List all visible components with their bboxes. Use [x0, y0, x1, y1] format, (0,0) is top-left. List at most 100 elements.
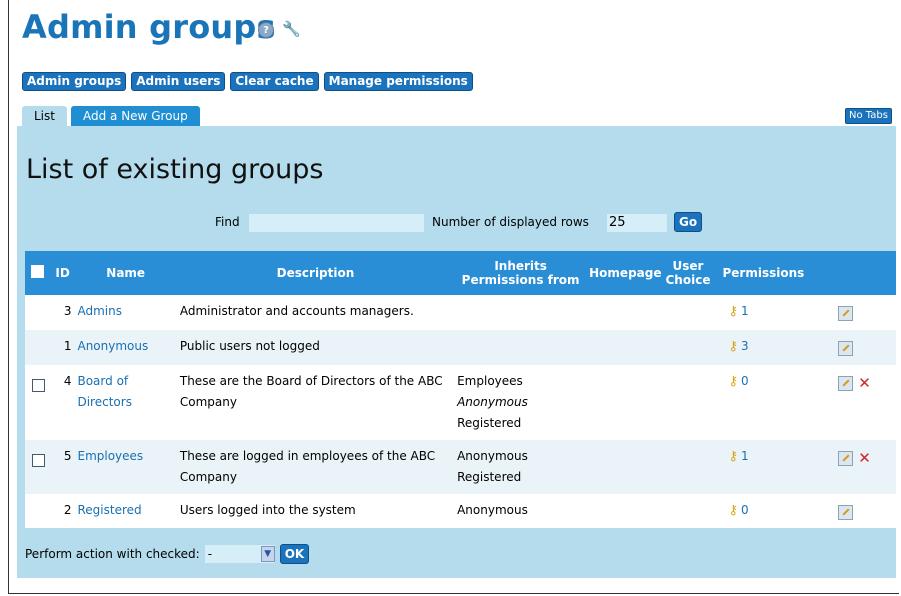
row-name: Admins	[74, 295, 177, 330]
edit-icon[interactable]	[838, 376, 854, 391]
col-inherits[interactable]: Inherits Permissions from	[454, 251, 588, 295]
rows-label: Number of displayed rows	[432, 215, 589, 229]
bulk-action-label: Perform action with checked:	[25, 547, 200, 561]
delete-icon[interactable]: ✕	[858, 374, 871, 392]
col-id[interactable]: ID	[50, 251, 75, 295]
group-name-link[interactable]: Employees	[77, 449, 143, 463]
group-name-link[interactable]: Anonymous	[77, 339, 148, 353]
bulk-action-value: -	[207, 547, 213, 561]
row-homepage	[587, 330, 664, 365]
row-homepage	[587, 295, 664, 330]
row-permissions: ⚷ 1	[712, 440, 807, 494]
row-user-choice	[663, 295, 713, 330]
permission-count[interactable]: 3	[741, 339, 749, 353]
no-tabs-button[interactable]: No Tabs	[845, 108, 892, 124]
table-row: 5 Employees These are logged in employee…	[25, 440, 896, 494]
admin-groups-button[interactable]: Admin groups	[22, 72, 127, 91]
permission-count[interactable]: 1	[741, 449, 749, 463]
col-permissions: Permissions	[712, 251, 807, 295]
delete-icon[interactable]: ✕	[858, 449, 871, 467]
edit-icon[interactable]	[838, 341, 854, 356]
row-permissions: ⚷ 0	[712, 494, 807, 528]
row-id: 2	[50, 494, 75, 528]
row-actions	[806, 295, 896, 330]
key-icon[interactable]: ⚷	[728, 339, 738, 354]
select-all-checkbox[interactable]	[31, 265, 45, 278]
edit-icon[interactable]	[838, 451, 854, 466]
col-name[interactable]: Name	[74, 251, 177, 295]
edit-icon[interactable]	[838, 306, 854, 321]
col-description[interactable]: Description	[176, 251, 455, 295]
row-permissions: ⚷ 0	[712, 365, 807, 440]
edit-icon[interactable]	[838, 505, 854, 520]
row-checkbox[interactable]	[32, 379, 45, 392]
ok-button[interactable]: OK	[279, 544, 310, 564]
row-checkbox[interactable]	[32, 454, 45, 467]
rows-input[interactable]: 25	[607, 214, 667, 232]
row-select-cell	[25, 330, 51, 365]
row-homepage	[587, 494, 664, 528]
go-button[interactable]: Go	[674, 212, 703, 232]
row-name: Employees	[74, 440, 177, 494]
inherited-group: Employees	[457, 374, 523, 388]
permission-count[interactable]: 0	[741, 374, 749, 388]
group-name-link[interactable]: Board of Directors	[77, 374, 131, 409]
bulk-action-bar: Perform action with checked: - ▼ OK	[25, 544, 310, 564]
tab-add-new-group[interactable]: Add a New Group	[70, 106, 200, 126]
row-id: 3	[50, 295, 75, 330]
groups-table: ID Name Description Inherits Permissions…	[25, 251, 896, 528]
wrench-icon[interactable]: 🔧	[282, 22, 301, 38]
bulk-action-select[interactable]: - ▼	[204, 545, 275, 563]
tab-list[interactable]: List	[22, 106, 67, 126]
row-select-cell	[25, 494, 51, 528]
row-description: Administrator and accounts managers.	[176, 295, 455, 330]
help-icon[interactable]: ?	[258, 22, 274, 38]
key-icon[interactable]: ⚷	[728, 374, 738, 389]
find-input[interactable]	[249, 214, 424, 232]
list-panel: List of existing groups Find Number of d…	[17, 126, 896, 578]
panel-title: List of existing groups	[26, 154, 324, 185]
group-name-link[interactable]: Admins	[77, 304, 122, 318]
table-row: 4 Board of Directors These are the Board…	[25, 365, 896, 440]
row-description: These are logged in employees of the ABC…	[176, 440, 455, 494]
row-inherits: Anonymous	[454, 494, 588, 528]
row-inherits	[454, 330, 588, 365]
row-permissions: ⚷ 3	[712, 330, 807, 365]
row-actions	[806, 330, 896, 365]
key-icon[interactable]: ⚷	[728, 503, 738, 518]
row-homepage	[587, 365, 664, 440]
row-actions	[806, 494, 896, 528]
permission-count[interactable]: 0	[741, 503, 749, 517]
table-header-row: ID Name Description Inherits Permissions…	[25, 251, 896, 295]
admin-users-button[interactable]: Admin users	[131, 72, 226, 91]
row-description: Public users not logged	[176, 330, 455, 365]
chevron-down-icon[interactable]: ▼	[260, 546, 275, 562]
row-select-cell	[25, 295, 51, 330]
row-permissions: ⚷ 1	[712, 295, 807, 330]
select-all-cell	[25, 251, 51, 295]
admin-navbar: Admin groups Admin users Clear cache Man…	[22, 72, 473, 91]
tab-bar: List Add a New Group	[22, 106, 200, 126]
col-user-choice[interactable]: User Choice	[663, 251, 713, 295]
key-icon[interactable]: ⚷	[728, 449, 738, 464]
row-homepage	[587, 440, 664, 494]
permission-count[interactable]: 1	[741, 304, 749, 318]
clear-cache-button[interactable]: Clear cache	[230, 72, 319, 91]
inherited-group: Registered	[457, 470, 522, 484]
row-select-cell	[25, 365, 51, 440]
inherited-group: Anonymous	[457, 395, 528, 409]
row-inherits: Employees Anonymous Registered	[454, 365, 588, 440]
col-homepage[interactable]: Homepage	[587, 251, 664, 295]
col-actions	[806, 251, 896, 295]
row-name: Registered	[74, 494, 177, 528]
row-actions: ✕	[806, 440, 896, 494]
row-user-choice	[663, 440, 713, 494]
group-name-link[interactable]: Registered	[77, 503, 141, 517]
row-user-choice	[663, 365, 713, 440]
manage-permissions-button[interactable]: Manage permissions	[323, 72, 473, 91]
row-name: Board of Directors	[74, 365, 177, 440]
row-id: 5	[50, 440, 75, 494]
row-inherits: Anonymous Registered	[454, 440, 588, 494]
key-icon[interactable]: ⚷	[728, 304, 738, 319]
row-id: 1	[50, 330, 75, 365]
